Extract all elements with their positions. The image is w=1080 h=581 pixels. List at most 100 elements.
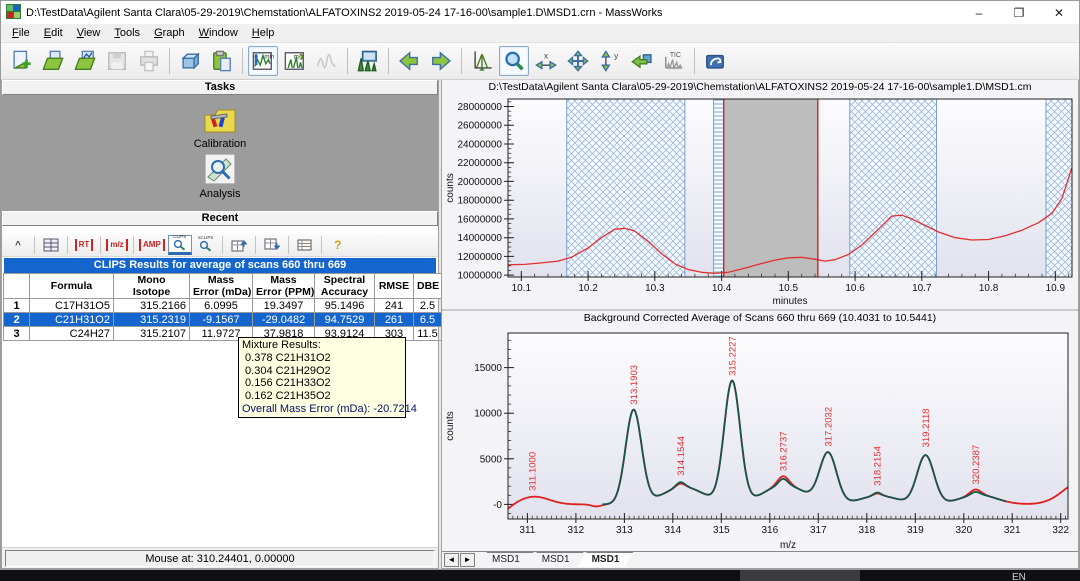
- svg-text:313: 313: [616, 525, 633, 536]
- results-table: FormulaMonoIsotopeMassError (mDa)MassErr…: [3, 273, 442, 341]
- tab-msd1-1[interactable]: MSD1: [528, 552, 584, 567]
- table-toolbar: ^ RT m/z AMPCLIPSsCLIPS?: [2, 234, 438, 257]
- svg-text:22000000: 22000000: [458, 158, 503, 169]
- scale-y-icon[interactable]: y: [595, 46, 625, 76]
- spectrum-chart[interactable]: 311312313314315316317318319320321322-050…: [442, 325, 1080, 551]
- col-header[interactable]: [4, 274, 30, 299]
- rt-filter-icon[interactable]: RT: [72, 235, 96, 255]
- magnifier-icon[interactable]: [499, 46, 529, 76]
- svg-text:x: x: [544, 51, 549, 60]
- tabs-container: MSD1MSD1MSD1: [484, 552, 633, 567]
- open-data-icon[interactable]: [70, 46, 100, 76]
- paste-clipboard-icon[interactable]: [207, 46, 237, 76]
- open-file-icon[interactable]: [38, 46, 68, 76]
- help-icon[interactable]: ?: [326, 235, 350, 255]
- svg-text:24000000: 24000000: [458, 140, 503, 151]
- svg-text:319.2118: 319.2118: [921, 408, 932, 447]
- tab-msd1-0[interactable]: MSD1: [478, 552, 534, 567]
- task-calibration[interactable]: Calibration: [194, 106, 247, 150]
- arrow-left-icon[interactable]: [394, 46, 424, 76]
- tooltip-title: Mixture Results:: [242, 339, 402, 352]
- tic-icon[interactable]: TIC: [659, 46, 689, 76]
- col-header[interactable]: MassError (mDa): [190, 274, 253, 299]
- new-file-icon[interactable]: [6, 46, 36, 76]
- unzoom-icon[interactable]: [627, 46, 657, 76]
- menu-tools[interactable]: Tools: [107, 25, 147, 41]
- toolbar-separator: [288, 236, 289, 254]
- menu-file[interactable]: File: [5, 25, 37, 41]
- tab-msd1-2[interactable]: MSD1: [578, 552, 634, 567]
- svg-text:317.2032: 317.2032: [824, 407, 835, 447]
- mixture-results-tooltip: Mixture Results: 0.378 C21H31O2 0.304 C2…: [238, 337, 406, 418]
- col-header[interactable]: MonoIsotope: [114, 274, 190, 299]
- amp-filter-icon[interactable]: AMP: [138, 235, 166, 255]
- table-export-icon[interactable]: [260, 235, 284, 255]
- toolbar-separator: [461, 48, 462, 74]
- svg-text:318.2154: 318.2154: [873, 446, 884, 486]
- svg-text:10000: 10000: [474, 409, 502, 420]
- left-panel: Tasks Calibration Analysis: [1, 80, 439, 569]
- menu-help[interactable]: Help: [245, 25, 282, 41]
- menu-edit[interactable]: Edit: [37, 25, 70, 41]
- taskbar-language[interactable]: EN: [1012, 572, 1026, 581]
- app-icon: [6, 4, 21, 22]
- tab-scroll-left[interactable]: ◄: [444, 553, 459, 567]
- calibration-icon: [203, 106, 237, 137]
- svg-text:12000000: 12000000: [458, 252, 503, 263]
- table-properties-icon[interactable]: [293, 235, 317, 255]
- col-header[interactable]: SpectralAccuracy: [315, 274, 375, 299]
- menu-view[interactable]: View: [70, 25, 108, 41]
- spectrum-mz-icon[interactable]: m/z: [280, 46, 310, 76]
- svg-text:minutes: minutes: [772, 296, 807, 307]
- title-bar: D:\TestData\Agilent Santa Clara\05-29-20…: [1, 1, 1079, 24]
- scale-x-icon[interactable]: x: [531, 46, 561, 76]
- col-header[interactable]: Formula: [30, 274, 114, 299]
- chromatogram-chart[interactable]: 10.110.210.310.410.510.610.710.810.91000…: [442, 94, 1080, 307]
- chromatogram-min-icon[interactable]: min: [248, 46, 278, 76]
- svg-text:counts: counts: [445, 173, 456, 202]
- arrow-right-icon[interactable]: [426, 46, 456, 76]
- menu-bar: FileEditViewToolsGraphWindowHelp: [1, 24, 1079, 43]
- tasks-header: Tasks: [2, 80, 438, 95]
- task-analysis[interactable]: Analysis: [200, 154, 241, 200]
- table-row[interactable]: 1C17H31O5315.21666.099519.349795.1496241…: [4, 299, 442, 313]
- toolbar-separator: [388, 48, 389, 74]
- svg-text:counts: counts: [445, 411, 456, 440]
- toolbar-separator: [255, 236, 256, 254]
- zoom-axes-icon[interactable]: [467, 46, 497, 76]
- col-header[interactable]: DBE: [414, 274, 442, 299]
- restore-button[interactable]: ❐: [999, 1, 1039, 24]
- pan-icon[interactable]: [563, 46, 593, 76]
- collapse-icon[interactable]: ^: [6, 235, 30, 255]
- svg-text:-0: -0: [493, 500, 502, 511]
- status-bar: Mouse at: 310.24401, 0.00000: [2, 547, 438, 568]
- svg-text:10.7: 10.7: [912, 283, 932, 294]
- taskbar-app-segment[interactable]: [740, 570, 860, 581]
- svg-text:26000000: 26000000: [458, 121, 503, 132]
- mz-filter-icon[interactable]: m/z: [105, 235, 129, 255]
- svg-text:312: 312: [568, 525, 585, 536]
- sclips-search-icon[interactable]: sCLIPS: [194, 235, 218, 255]
- svg-text:min: min: [264, 53, 274, 60]
- main-toolbar: min m/z x y TIC: [1, 43, 1079, 80]
- table-import-icon[interactable]: [227, 235, 251, 255]
- minimize-button[interactable]: –: [959, 1, 999, 24]
- rotate-3d-icon[interactable]: [175, 46, 205, 76]
- col-header[interactable]: RMSE: [375, 274, 414, 299]
- monitor-peaks-icon[interactable]: [353, 46, 383, 76]
- clips-search-icon[interactable]: CLIPS: [168, 235, 192, 255]
- table-header-row: FormulaMonoIsotopeMassError (mDa)MassErr…: [4, 274, 442, 299]
- tooltip-line: 0.162 C21H35O2: [242, 390, 402, 403]
- tab-scroll-right[interactable]: ►: [460, 553, 475, 567]
- chromatogram-title: D:\TestData\Agilent Santa Clara\05-29-20…: [442, 80, 1078, 94]
- export-graph-icon[interactable]: [700, 46, 730, 76]
- menu-window[interactable]: Window: [192, 25, 245, 41]
- close-button[interactable]: ✕: [1039, 1, 1079, 24]
- windows-taskbar[interactable]: EN: [0, 570, 1080, 581]
- grid-view-icon[interactable]: [39, 235, 63, 255]
- menu-graph[interactable]: Graph: [147, 25, 192, 41]
- table-row[interactable]: 2C21H31O2315.2319-9.1567-29.048294.75292…: [4, 313, 442, 327]
- spectrum-box: Background Corrected Average of Scans 66…: [442, 311, 1078, 551]
- recent-header: Recent: [2, 211, 438, 226]
- col-header[interactable]: MassError (PPM): [253, 274, 315, 299]
